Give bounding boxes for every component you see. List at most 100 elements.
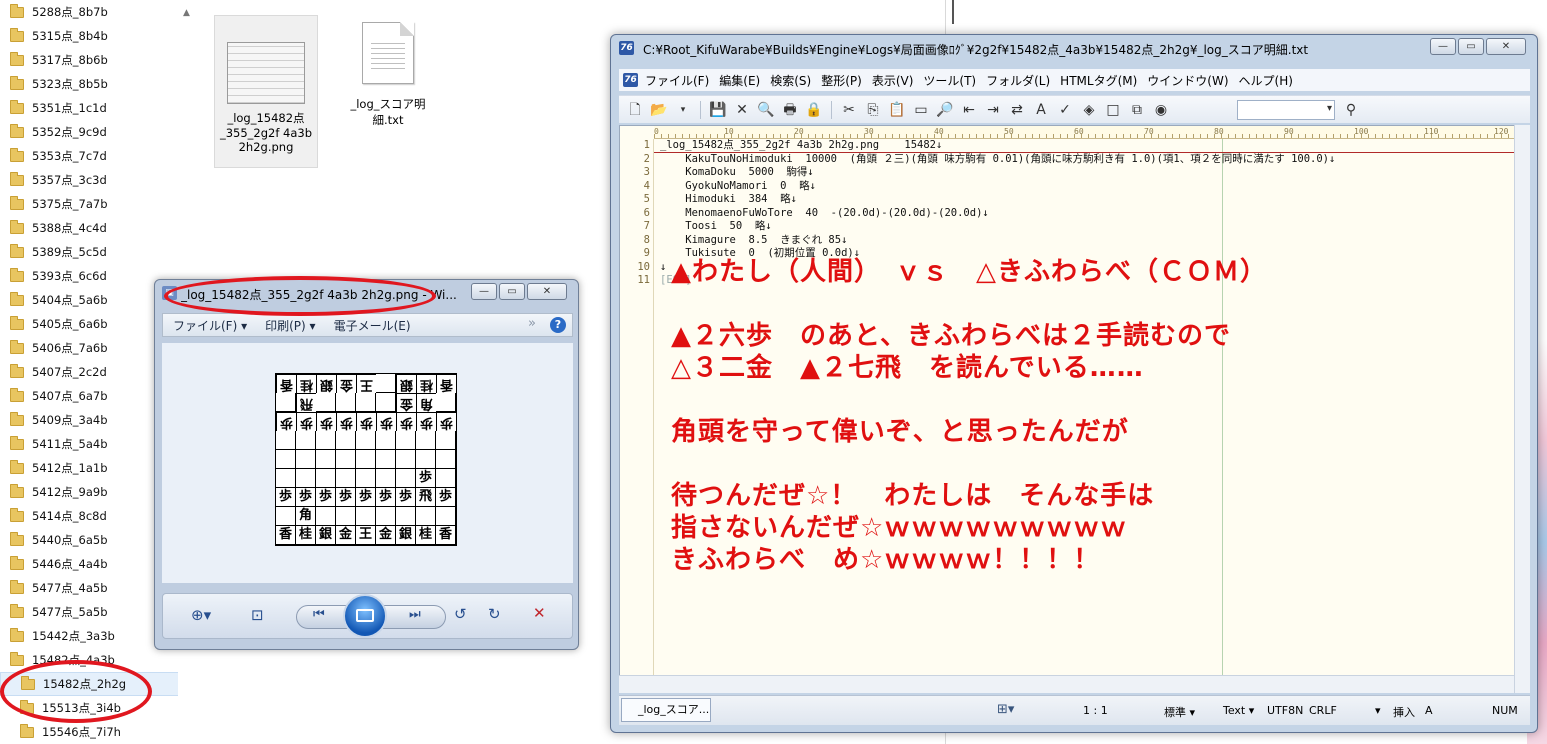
menu-help[interactable]: ヘルプ(H) [1239, 72, 1293, 89]
tree-item[interactable]: 5315点_8b4b [0, 24, 196, 48]
file-txt[interactable]: _log_スコア明 細.txt [336, 4, 440, 154]
menu-search[interactable]: 検索(S) [770, 72, 811, 89]
tree-item[interactable]: 15482点_2h2g [0, 672, 196, 696]
tree-item[interactable]: 5351点_1c1d [0, 96, 196, 120]
status-eol-dropdown[interactable]: ▾ [1375, 704, 1381, 717]
menu-file[interactable]: ファイル(F) ▾ [173, 317, 247, 334]
editor-close-button[interactable]: ✕ [1486, 38, 1526, 55]
folder-icon [10, 603, 24, 618]
status-encoding[interactable]: UTF8N [1267, 704, 1303, 717]
close-button[interactable]: ✕ [527, 283, 567, 300]
binoculars-icon[interactable]: ⚲ [1341, 100, 1361, 120]
lock-icon[interactable]: 🔒 [804, 100, 824, 120]
replace-icon[interactable]: ⇄ [1007, 100, 1027, 120]
copy-icon[interactable]: ⎘ [863, 100, 883, 120]
board-cell [316, 469, 336, 488]
tag-icon[interactable]: ◈ [1079, 100, 1099, 120]
globe-icon[interactable]: ◉ [1151, 100, 1171, 120]
open-folder-icon[interactable]: 📂 [649, 100, 669, 120]
save-icon[interactable]: 💾 [708, 100, 728, 120]
zoom-icon[interactable]: ⊕▾ [191, 606, 211, 624]
status-eol[interactable]: CRLF [1309, 704, 1337, 717]
text-line[interactable]: KomaDoku 5000 駒得↓ [660, 166, 1510, 180]
menu-window[interactable]: ウインドウ(W) [1147, 72, 1228, 89]
tree-item-label: 5407点_6a7b [32, 389, 108, 403]
scroll-up-icon[interactable]: ▲ [183, 8, 190, 18]
menu-folder[interactable]: フォルダ(L) [986, 72, 1050, 89]
text-line[interactable]: Himoduki 384 略↓ [660, 193, 1510, 207]
menu-tools[interactable]: ツール(T) [923, 72, 976, 89]
tree-item[interactable]: 15546点_7i7h [0, 720, 196, 744]
editor-document[interactable]: 0 10 20 30 40 50 60 70 80 90 100 110 120 1 2 3 4 5 6 7 8 9 10… [619, 125, 1519, 693]
tree-item-label: 5406点_7a6b [32, 341, 108, 355]
menu-view[interactable]: 表示(V) [872, 72, 914, 89]
dropdown-icon[interactable]: ▾ [673, 100, 693, 120]
overflow-chevron-icon[interactable]: » [528, 316, 536, 331]
tree-item[interactable]: 5288点_8b7b [0, 0, 196, 24]
text-line[interactable]: _log_15482点_355_2g2f 4a3b 2h2g.png 15482… [654, 139, 1518, 153]
menu-html-tags[interactable]: HTMLタグ(M) [1060, 72, 1137, 89]
menu-print[interactable]: 印刷(P) ▾ [265, 317, 315, 334]
rotate-right-icon[interactable]: ↻ [488, 605, 501, 623]
preview-icon[interactable]: 🔍 [756, 100, 776, 120]
new-file-icon[interactable]: 🗋 [625, 100, 645, 120]
maximize-button[interactable]: ▭ [499, 283, 525, 300]
spell-icon[interactable]: ✓ [1055, 100, 1075, 120]
menu-app-icon[interactable]: 76 [623, 73, 638, 87]
menu-edit[interactable]: 編集(E) [719, 72, 760, 89]
document-tab[interactable]: _log_スコア... [621, 698, 711, 722]
tree-item[interactable]: 15513点_3i4b [0, 696, 196, 720]
rotate-left-icon[interactable]: ↺ [454, 605, 467, 623]
tree-item[interactable]: 5317点_8b6b [0, 48, 196, 72]
text-line[interactable]: Toosi 50 略↓ [660, 220, 1510, 234]
tree-item[interactable]: 5388点_4c4d [0, 216, 196, 240]
image-thumbnail-icon [227, 42, 305, 104]
menu-file[interactable]: ファイル(F) [645, 72, 709, 89]
folder-icon [10, 411, 24, 426]
commentary-line [671, 448, 1267, 480]
minimize-button[interactable]: — [471, 283, 497, 300]
paste-icon[interactable]: 📋 [887, 100, 907, 120]
cut-icon[interactable]: ✂ [839, 100, 859, 120]
line-number: 4 [643, 179, 650, 192]
find-prev-icon[interactable]: ⇤ [959, 100, 979, 120]
status-type[interactable]: Text ▾ [1223, 704, 1254, 717]
status-mode[interactable]: 標準 ▾ [1164, 704, 1195, 720]
delete-icon[interactable]: ✕ [533, 604, 546, 622]
menu-format[interactable]: 整形(P) [821, 72, 862, 89]
text-line[interactable]: GyokuNoMamori 0 略↓ [660, 180, 1510, 194]
ruler-tick-label: 60 [1074, 127, 1084, 136]
close-file-icon[interactable]: ✕ [732, 100, 752, 120]
editor-minimize-button[interactable]: — [1430, 38, 1456, 55]
find-icon[interactable]: 🔎 [935, 100, 955, 120]
window-icon[interactable]: ▭ [911, 100, 931, 120]
box-icon[interactable]: □ [1103, 100, 1123, 120]
tree-item[interactable]: 5323点_8b5b [0, 72, 196, 96]
previous-icon[interactable]: ⏮ [313, 607, 325, 622]
editor-vertical-scrollbar[interactable] [1514, 125, 1530, 693]
text-line[interactable]: Kimagure 8.5 きまぐれ 85↓ [660, 234, 1510, 248]
help-icon[interactable]: ? [550, 317, 566, 333]
menu-email[interactable]: 電子メール(E) [334, 317, 411, 334]
next-icon[interactable]: ⏭ [409, 607, 421, 622]
status-tool-icon[interactable]: ⊞▾ [997, 702, 1014, 717]
board-cell [276, 393, 296, 412]
editor-horizontal-scrollbar[interactable] [619, 675, 1514, 693]
grep-icon[interactable]: A [1031, 100, 1051, 120]
find-next-icon[interactable]: ⇥ [983, 100, 1003, 120]
tree-item[interactable]: 5352点_9c9d [0, 120, 196, 144]
tree-item[interactable]: 5375点_7a7b [0, 192, 196, 216]
print-icon[interactable]: 🖶 [780, 100, 800, 120]
file-png[interactable]: _log_15482点 _355_2g2f 4a3b 2h2g.png [214, 15, 318, 168]
tree-item[interactable]: 5357点_3c3d [0, 168, 196, 192]
toolbar-search-input[interactable] [1237, 100, 1335, 120]
tree-item[interactable]: 5353点_7c7d [0, 144, 196, 168]
text-line[interactable]: KakuTouNoHimoduki 10000 (角頭 ２三)(角頭 味方駒有 … [660, 153, 1510, 167]
compare-icon[interactable]: ⧉ [1127, 100, 1147, 120]
slideshow-button[interactable] [343, 594, 387, 638]
actual-size-icon[interactable]: ⊡ [251, 606, 264, 624]
tree-item[interactable]: 15482点_4a3b [0, 648, 196, 672]
text-line[interactable]: MenomaenoFuWoTore 40 -(20.0d)-(20.0d)-(2… [660, 207, 1510, 221]
editor-maximize-button[interactable]: ▭ [1458, 38, 1484, 55]
tree-item[interactable]: 5389点_5c5d [0, 240, 196, 264]
